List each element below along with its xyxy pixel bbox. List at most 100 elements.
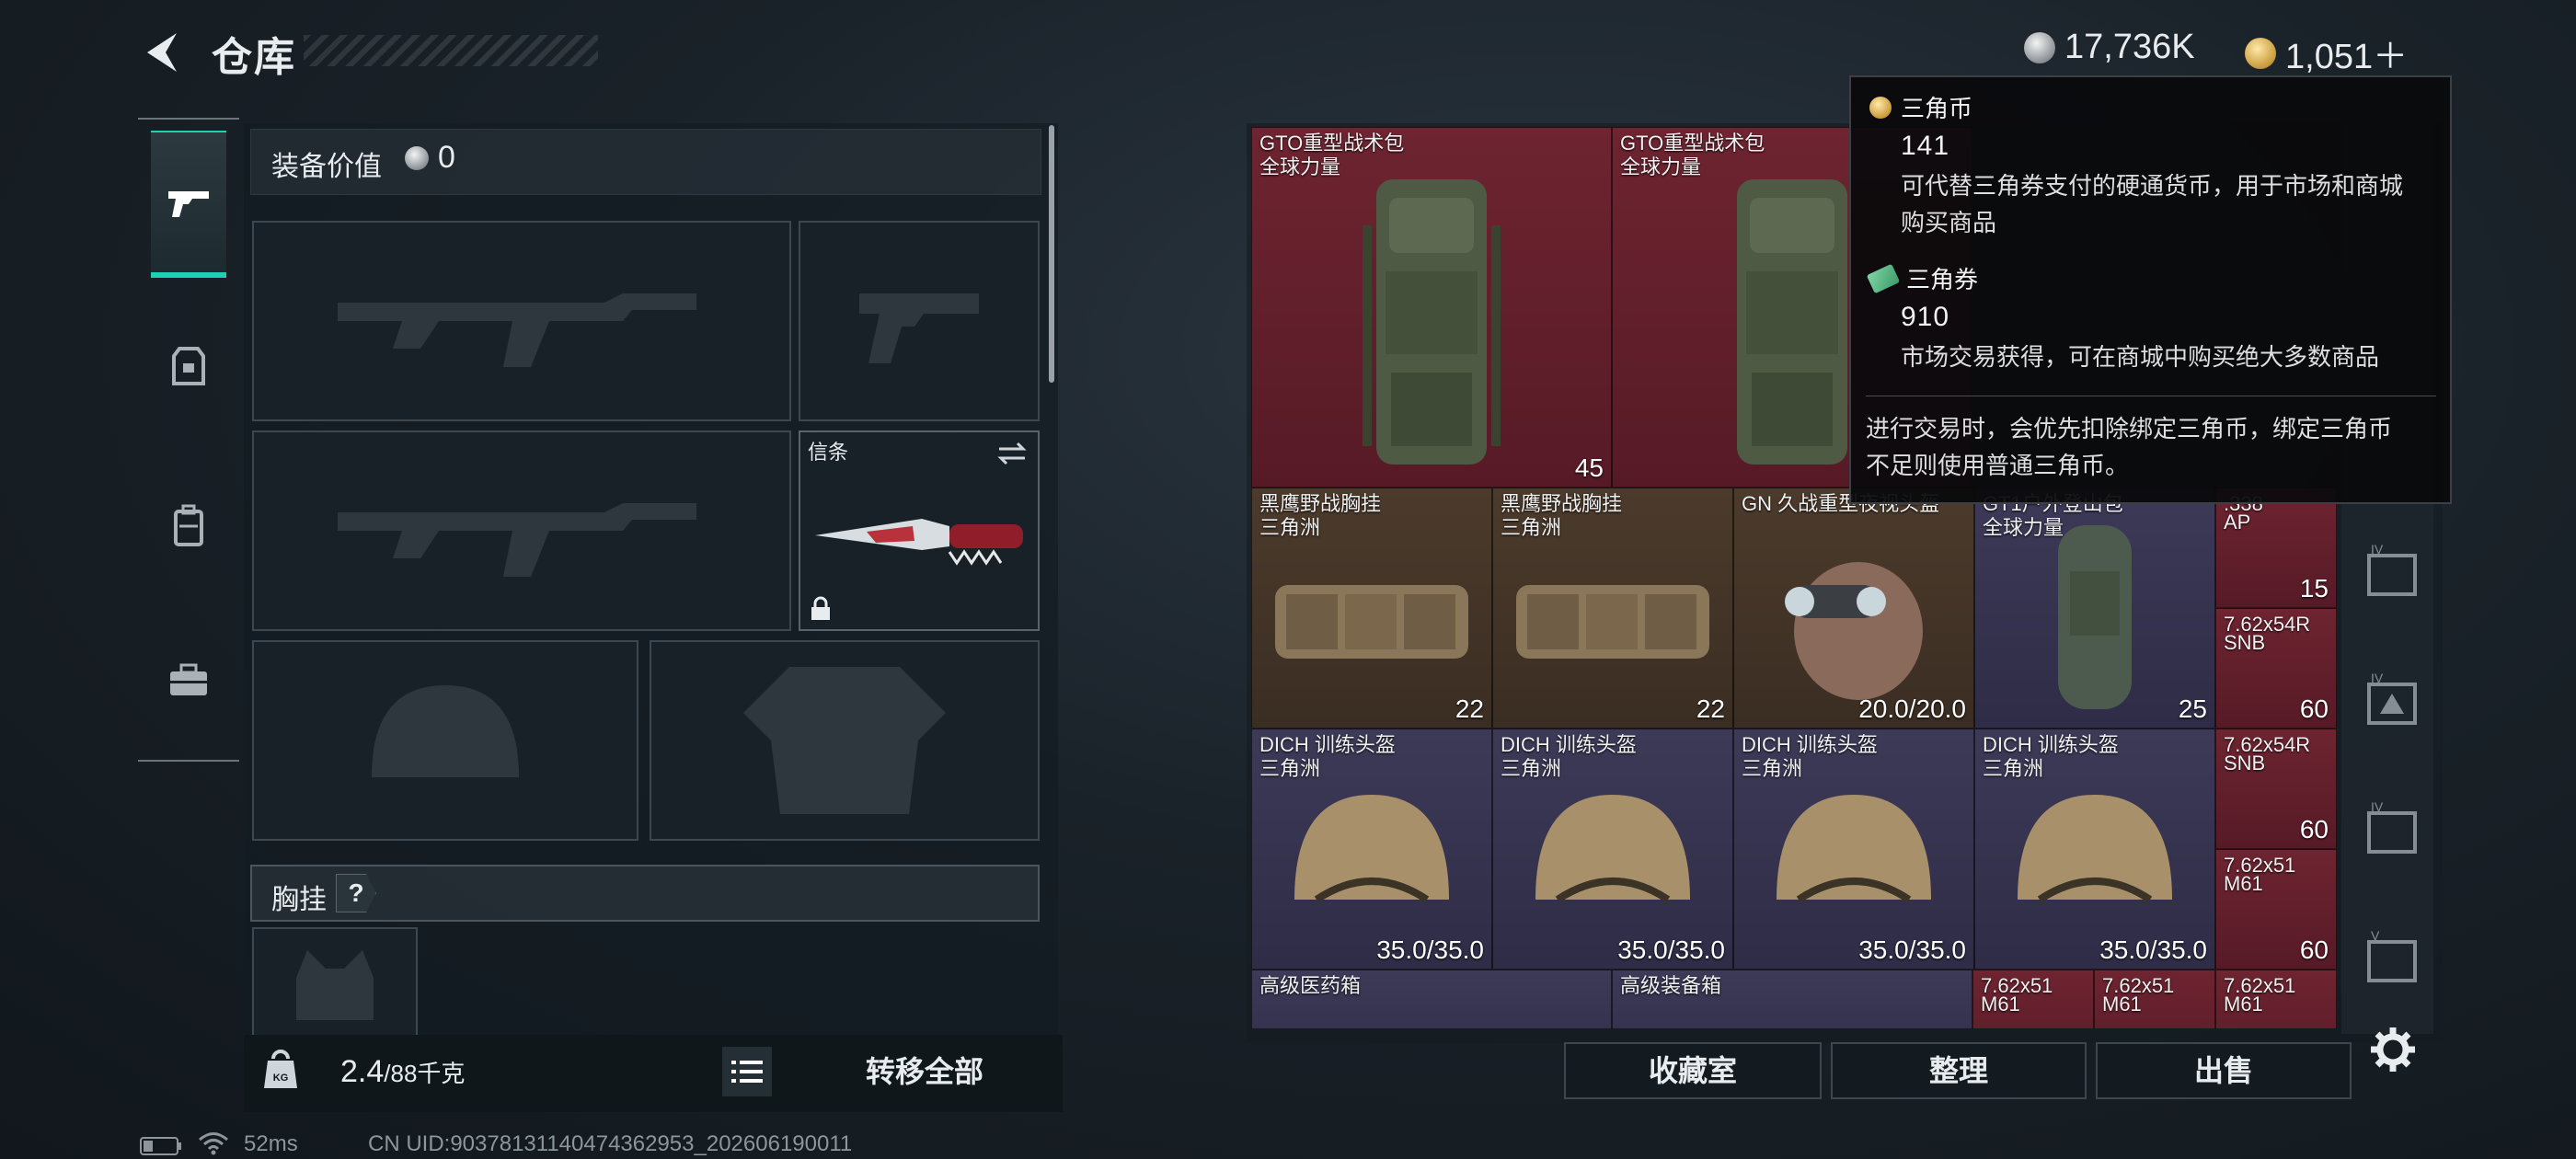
swap-icon[interactable] (995, 440, 1029, 467)
backpack-icon (1363, 178, 1501, 465)
silver-currency-amount: 17,736K (2064, 28, 2195, 66)
inventory-item[interactable]: 7.62x51 M61 (2215, 970, 2337, 1028)
back-button[interactable] (138, 29, 184, 75)
organize-button[interactable]: 整理 (1831, 1042, 2087, 1099)
inventory-item[interactable]: DICH 训练头盔 三角洲 35.0/35.0 (1974, 729, 2215, 970)
item-durability: 35.0/35.0 (1858, 935, 1966, 964)
storage-tab-icon[interactable]: V (2360, 929, 2424, 993)
item-count: 60 (2299, 694, 2329, 723)
melee-slot[interactable]: 信条 (799, 430, 1040, 631)
item-count: 60 (2299, 935, 2329, 964)
storage-tab-icon[interactable]: IV (2360, 800, 2424, 865)
equipment-value: 0 (405, 140, 455, 176)
item-subtitle: 三角洲 (1259, 757, 1321, 780)
tooltip-note-1: 进行交易时，会优先扣除绑定三角币，绑定三角币 (1866, 415, 2393, 442)
chest-rig-label: 胸挂 (271, 885, 327, 915)
weight-max: /88千克 (384, 1060, 466, 1087)
chest-rig-slot[interactable] (252, 927, 418, 1038)
page-title: 仓库 (212, 35, 296, 80)
transfer-all-button[interactable]: 转移全部 (828, 1049, 1021, 1095)
inventory-item[interactable]: GN 久战重型夜视头盔 20.0/20.0 (1733, 488, 1974, 729)
item-subtitle: 三角洲 (1983, 757, 2044, 780)
item-subtitle: M61 (2102, 993, 2142, 1016)
gold-currency-amount: 1,051＋ (2285, 38, 2409, 76)
equipment-value-amount: 0 (438, 140, 455, 175)
delta-voucher-icon (1866, 263, 1901, 293)
gold-coin-icon (2245, 37, 2276, 69)
item-capacity: 22 (1455, 694, 1484, 723)
svg-text:IV: IV (2371, 800, 2384, 814)
silver-coin-icon (2024, 31, 2055, 63)
rifle-icon (338, 503, 696, 577)
svg-text:IV: IV (2371, 543, 2384, 557)
currency-tooltip: 三角币 141 可代替三角券支付的硬通货币，用于市场和商城 购买商品 三角券 9… (1849, 75, 2452, 504)
storage-tab-icon[interactable]: IV (2360, 543, 2424, 607)
body-armor-icon (743, 667, 946, 814)
svg-text:V: V (2371, 929, 2380, 943)
armor-slot[interactable] (650, 640, 1040, 841)
item-name: DICH 训练头盔 (1742, 733, 1878, 756)
inventory-item[interactable]: DICH 训练头盔 三角洲 35.0/35.0 (1492, 729, 1733, 970)
inventory-item[interactable]: 黑鹰野战胸挂 三角洲 22 (1251, 488, 1492, 729)
item-subtitle: M61 (1981, 993, 2020, 1016)
svg-text:KG: KG (273, 1073, 289, 1084)
item-durability: 20.0/20.0 (1858, 694, 1966, 723)
item-name: DICH 训练头盔 (1259, 733, 1396, 756)
user-uid: CN UID:90378131140474362953_202606190011 (368, 1131, 853, 1156)
inventory-item[interactable]: .338 AP 15 (2215, 488, 2337, 608)
inventory-item[interactable]: 高级医药箱 (1251, 970, 1612, 1028)
inventory-item[interactable]: GT1户外登山包 全球力量 25 (1974, 488, 2215, 729)
inventory-item[interactable]: 高级装备箱 (1612, 970, 1972, 1028)
item-subtitle: 三角洲 (1259, 516, 1321, 539)
equipment-value-label: 装备价值 (271, 152, 382, 182)
item-name: 黑鹰野战胸挂 (1259, 492, 1382, 515)
inventory-item[interactable]: 黑鹰野战胸挂 三角洲 22 (1492, 488, 1733, 729)
item-durability: 35.0/35.0 (1617, 935, 1725, 964)
category-rail (138, 118, 239, 762)
inventory-item[interactable]: 7.62x54R SNB 60 (2215, 608, 2337, 729)
silver-currency[interactable]: 17,736K (2024, 28, 2195, 67)
item-subtitle: M61 (2224, 872, 2263, 895)
item-durability: 35.0/35.0 (1376, 935, 1484, 964)
inventory-item[interactable]: GTO重型战术包 全球力量 45 (1251, 127, 1612, 488)
coin-title: 三角币 (1901, 95, 1973, 122)
item-name: DICH 训练头盔 (1983, 733, 2119, 756)
storage-tab-icon[interactable]: IV (2360, 671, 2424, 736)
voucher-title: 三角券 (1906, 266, 1979, 293)
wifi-icon (199, 1132, 228, 1155)
silver-coin-icon (405, 145, 429, 170)
pistol-slot[interactable] (799, 221, 1040, 421)
inventory-item[interactable]: 7.62x54R SNB 60 (2215, 729, 2337, 849)
item-name: DICH 训练头盔 (1501, 733, 1637, 756)
coin-amount: 141 (1901, 131, 1950, 161)
item-subtitle: SNB (2224, 631, 2266, 654)
weight-icon: KG (264, 1050, 297, 1088)
inventory-item[interactable]: DICH 训练头盔 三角洲 35.0/35.0 (1251, 729, 1492, 970)
night-vision-helmet-icon (1785, 562, 1923, 701)
item-subtitle: M61 (2224, 993, 2263, 1016)
sell-button[interactable]: 出售 (2096, 1042, 2352, 1099)
helmet-slot[interactable] (252, 640, 638, 841)
inventory-item[interactable]: 7.62x51 M61 (2094, 970, 2215, 1028)
inventory-item[interactable]: DICH 训练头盔 三角洲 35.0/35.0 (1733, 729, 1974, 970)
collection-room-button[interactable]: 收藏室 (1564, 1042, 1822, 1099)
weight-current: 2.4 (340, 1054, 385, 1089)
helmet-icon (1777, 795, 1931, 903)
settings-gear-icon[interactable] (2369, 1026, 2417, 1073)
back-arrow-icon (147, 33, 177, 72)
rail-item-backpack[interactable] (151, 453, 226, 600)
rail-item-armor[interactable] (151, 293, 226, 440)
rail-item-case[interactable] (151, 607, 226, 754)
primary-weapon-slot[interactable] (252, 221, 791, 421)
item-name: 黑鹰野战胸挂 (1501, 492, 1623, 515)
item-count: 15 (2299, 574, 2329, 602)
equipment-scrollbar[interactable] (1049, 125, 1054, 383)
secondary-weapon-slot[interactable] (252, 430, 791, 631)
item-durability: 35.0/35.0 (2099, 935, 2207, 964)
list-view-button[interactable] (722, 1047, 772, 1096)
rail-item-weapons[interactable] (151, 131, 226, 278)
gold-currency[interactable]: 1,051＋ (2245, 28, 2408, 78)
weight-readout: 2.4/88千克 (340, 1054, 465, 1090)
inventory-item[interactable]: 7.62x51 M61 60 (2215, 849, 2337, 970)
inventory-item[interactable]: 7.62x51 M61 (1972, 970, 2094, 1028)
